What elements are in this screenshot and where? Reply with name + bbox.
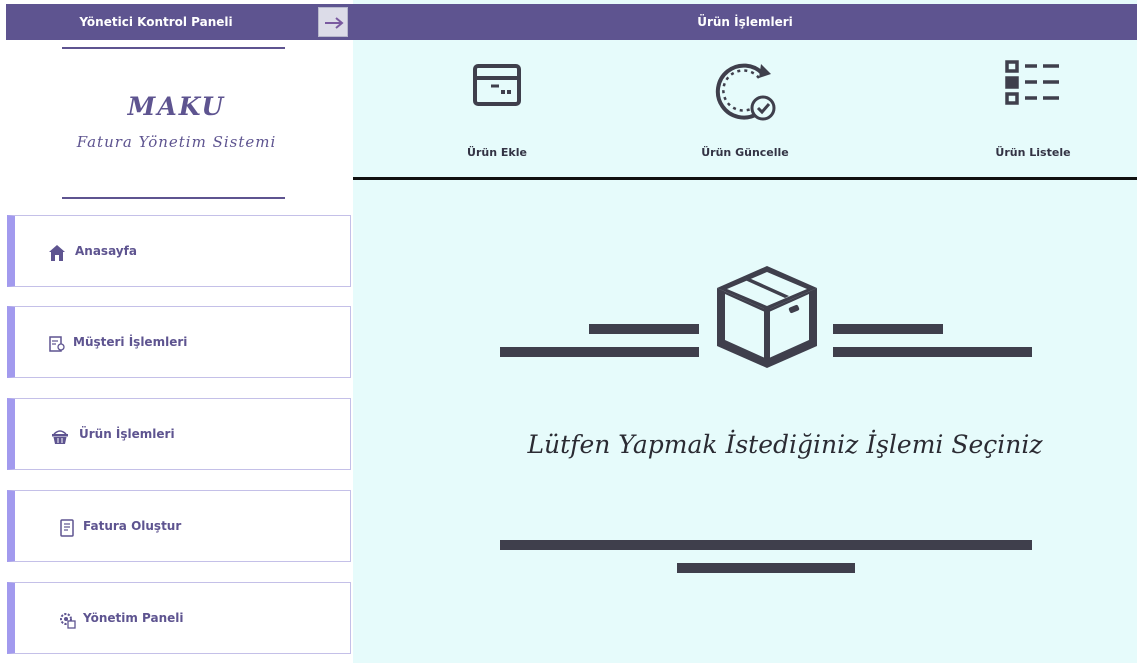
sidebar: Yönetici Kontrol Paneli MAKU Fatura Yöne…	[0, 0, 353, 663]
selection-prompt: Lütfen Yapmak İstediğiniz İşlemi Seçiniz	[527, 430, 1043, 459]
nav-item-musteri-islemleri[interactable]: Müşteri İşlemleri	[7, 306, 351, 378]
decor-bar-bottom-right	[833, 347, 1032, 357]
decor-bar-bottom-short	[677, 563, 855, 573]
nav-label-fatura-olustur: Fatura Oluştur	[83, 519, 182, 533]
home-icon	[49, 245, 65, 261]
brand-divider-bottom	[62, 197, 285, 199]
brand-divider-top	[62, 47, 285, 49]
add-product-button[interactable]: Ürün Ekle	[417, 56, 577, 168]
refresh-check-icon	[715, 63, 776, 121]
arrow-right-icon	[325, 17, 344, 29]
main-content: Ürün İşlemleri Ürün Ekle Ürün Güncelle Ü…	[353, 0, 1137, 663]
decor-bar-top-right	[833, 324, 943, 334]
add-box-icon	[473, 64, 521, 106]
decor-bar-bottom-left	[500, 347, 699, 357]
list-icon	[1005, 60, 1059, 105]
sidebar-toggle-button[interactable]	[318, 7, 348, 37]
nav-item-anasayfa[interactable]: Anasayfa	[7, 215, 351, 287]
action-bar-divider	[353, 177, 1137, 180]
sidebar-header: Yönetici Kontrol Paneli	[6, 4, 353, 40]
invoice-icon	[60, 519, 74, 537]
nav-item-urun-islemleri[interactable]: Ürün İşlemleri	[7, 398, 351, 470]
nav-label-anasayfa: Anasayfa	[75, 244, 137, 258]
list-products-button[interactable]: Ürün Listele	[953, 56, 1113, 168]
brand-title: MAKU	[127, 92, 226, 121]
list-products-label: Ürün Listele	[995, 146, 1071, 159]
nav-item-yonetim-paneli[interactable]: Yönetim Paneli	[7, 582, 351, 654]
customer-icon	[49, 336, 65, 352]
app-window: Yönetici Kontrol Paneli MAKU Fatura Yöne…	[0, 0, 1137, 663]
nav-label-urun-islemleri: Ürün İşlemleri	[79, 427, 175, 441]
basket-icon	[52, 430, 68, 444]
decor-bar-bottom-long	[500, 540, 1032, 550]
update-product-label: Ürün Güncelle	[701, 146, 789, 159]
nav-label-musteri-islemleri: Müşteri İşlemleri	[73, 335, 188, 349]
settings-gear-icon	[60, 613, 76, 629]
brand-subtitle: Fatura Yönetim Sistemi	[76, 133, 277, 151]
add-product-label: Ürün Ekle	[467, 146, 527, 159]
package-box-icon	[717, 266, 817, 368]
update-product-button[interactable]: Ürün Güncelle	[665, 56, 825, 168]
decor-bar-top-left	[589, 324, 699, 334]
sidebar-title: Yönetici Kontrol Paneli	[79, 15, 233, 29]
nav-item-fatura-olustur[interactable]: Fatura Oluştur	[7, 490, 351, 562]
nav-label-yonetim-paneli: Yönetim Paneli	[83, 611, 184, 625]
main-header-title: Ürün İşlemleri	[353, 4, 1137, 40]
